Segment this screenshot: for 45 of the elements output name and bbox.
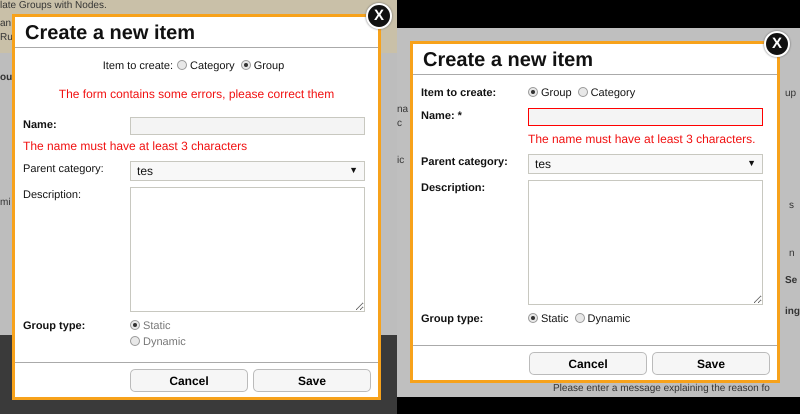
- field-label: Parent category:: [421, 154, 509, 170]
- field-label: Name: *: [421, 108, 463, 124]
- radio-option[interactable]: Dynamic: [574, 310, 630, 327]
- field-label: Item to create:: [102, 59, 174, 74]
- background-text: ou: [0, 72, 12, 84]
- radio-option[interactable]: Group: [240, 58, 284, 74]
- background-text: Please enter a message explaining the reason fo: [553, 383, 770, 395]
- name-field[interactable]: [528, 108, 763, 126]
- field-label: Parent category:: [23, 162, 105, 176]
- background-text: s: [789, 200, 794, 212]
- error-message: The name must have at least 3 characters: [23, 138, 248, 154]
- save-button[interactable]: Save: [652, 352, 770, 375]
- field-label: Item to create:: [421, 86, 498, 101]
- parent-category-select[interactable]: tes ▼: [528, 154, 763, 174]
- cancel-button[interactable]: Cancel: [130, 369, 248, 392]
- field-label: Name:: [23, 118, 58, 132]
- background-text: Se: [785, 275, 798, 287]
- close-button[interactable]: X: [366, 3, 392, 29]
- radio-option[interactable]: Category: [177, 58, 235, 74]
- background-text: ic: [397, 155, 404, 167]
- background-text: c: [397, 118, 402, 130]
- background-text: ing: [785, 306, 800, 318]
- error-message: The form contains some errors, please correct them: [58, 86, 334, 102]
- parent-category-select[interactable]: tes ▼: [130, 160, 365, 180]
- background-text: na: [397, 104, 408, 116]
- background-text: Ru: [0, 32, 13, 44]
- field-label: Group type:: [23, 318, 86, 334]
- background-text: n: [789, 248, 795, 260]
- error-message: The name must have at least 3 characters.: [528, 130, 756, 148]
- save-button[interactable]: Save: [253, 369, 371, 392]
- background-text: an: [0, 18, 12, 30]
- close-button[interactable]: X: [764, 31, 790, 57]
- field-label: Description:: [23, 188, 82, 202]
- field-label: Group type:: [421, 312, 484, 326]
- name-field[interactable]: [130, 116, 365, 134]
- radio-option[interactable]: Category: [578, 85, 636, 102]
- background-text: late Groups with Nodes.: [0, 0, 107, 12]
- radio-option[interactable]: Static: [528, 310, 569, 327]
- description-field[interactable]: [528, 180, 763, 304]
- description-field[interactable]: [130, 186, 365, 312]
- cancel-button[interactable]: Cancel: [529, 352, 647, 375]
- background-text: up: [785, 88, 796, 100]
- radio-option[interactable]: Group: [528, 85, 572, 102]
- field-label: Description:: [421, 180, 486, 196]
- background-text: mi: [0, 197, 11, 209]
